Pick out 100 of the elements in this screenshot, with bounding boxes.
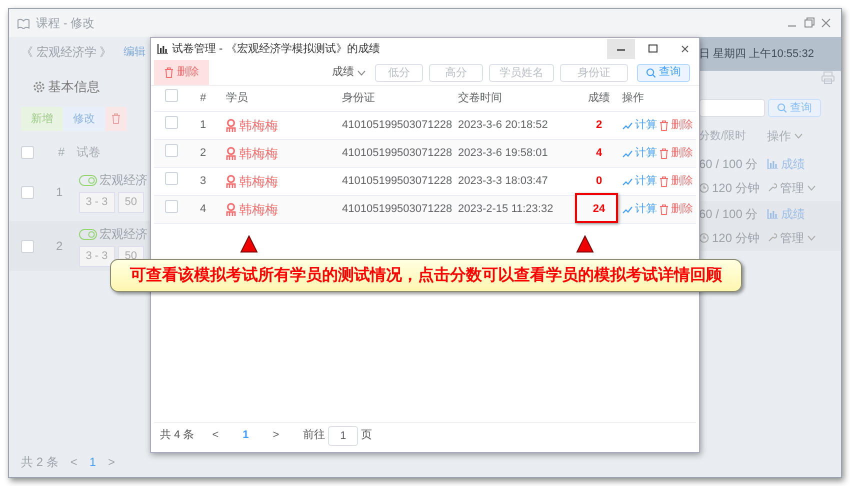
student-name[interactable]: 韩梅梅 xyxy=(239,144,278,164)
row-number: 1 xyxy=(56,184,63,201)
submit-time: 2023-3-6 19:58:01 xyxy=(458,146,549,162)
checkbox[interactable] xyxy=(165,116,178,130)
delete-link[interactable]: 删除 xyxy=(671,145,693,162)
caret-icon xyxy=(357,70,366,76)
pagination-total: 共 4 条 xyxy=(160,428,194,444)
calculate-link[interactable]: 计算 xyxy=(635,145,657,162)
next-page-button[interactable]: > xyxy=(272,427,280,444)
score-link[interactable]: 2 xyxy=(596,119,602,132)
row-number: 2 xyxy=(56,238,63,255)
column-header: # xyxy=(58,144,65,161)
checkbox[interactable] xyxy=(165,172,178,186)
trash-icon xyxy=(659,148,669,159)
submit-time: 2023-3-6 20:18:52 xyxy=(458,118,549,134)
manage-dropdown[interactable]: 管理 xyxy=(780,229,804,247)
checkbox[interactable] xyxy=(21,186,34,198)
delete-link[interactable]: 删除 xyxy=(671,117,693,134)
next-page-button[interactable]: > xyxy=(108,453,116,471)
scores-link[interactable]: 成绩 xyxy=(781,155,805,173)
column-header: 试卷 xyxy=(76,144,101,161)
sort-dropdown[interactable]: 成绩 xyxy=(332,64,366,81)
id-number: 410105199503071228 xyxy=(342,202,454,218)
student-name[interactable]: 韩梅梅 xyxy=(239,200,278,220)
student-name[interactable]: 韩梅梅 xyxy=(239,116,278,136)
printer-icon[interactable] xyxy=(821,71,835,84)
toggle-switch[interactable] xyxy=(78,174,97,186)
page-suffix: 页 xyxy=(361,428,372,444)
delete-button[interactable]: 删除 xyxy=(154,60,209,85)
checkbox[interactable] xyxy=(165,144,178,158)
page-number[interactable]: 1 xyxy=(242,427,249,444)
calculate-link[interactable]: 计算 xyxy=(635,117,657,134)
caret-icon xyxy=(807,235,816,241)
manage-dropdown[interactable]: 管理 xyxy=(780,179,804,197)
column-header: 操作 xyxy=(767,128,791,145)
tab[interactable]: 基本信息 xyxy=(48,77,100,96)
prev-page-button[interactable]: < xyxy=(212,427,219,444)
score-link[interactable]: 0 xyxy=(596,175,602,188)
close-icon[interactable] xyxy=(819,16,833,30)
score-link[interactable]: 4 xyxy=(596,147,602,160)
search-field[interactable] xyxy=(699,99,765,117)
page-number[interactable]: 1 xyxy=(89,453,96,471)
delete-button[interactable] xyxy=(105,106,127,131)
datetime-text: 日 星期四 上午10:55:32 xyxy=(699,46,814,62)
row-number: 4 xyxy=(199,202,208,218)
filter-field[interactable]: 身份证 xyxy=(560,64,628,82)
student-icon xyxy=(226,119,236,132)
maximize-icon xyxy=(648,44,658,54)
student-name[interactable]: 韩梅梅 xyxy=(239,172,278,192)
id-number: 410105199503071228 xyxy=(342,174,454,190)
checkbox[interactable] xyxy=(165,200,178,214)
book-icon xyxy=(17,18,30,28)
column-header: 身份证 xyxy=(342,91,376,106)
column-header: 学员 xyxy=(226,91,249,106)
score-text: 60 / 100 分 xyxy=(699,206,759,223)
checkbox[interactable] xyxy=(21,240,34,252)
filter-field[interactable]: 学员姓名 xyxy=(489,64,554,82)
window-title: 课程 - 修改 xyxy=(36,15,95,32)
delete-link[interactable]: 删除 xyxy=(671,201,693,218)
id-number: 410105199503071228 xyxy=(342,118,454,134)
checkbox[interactable] xyxy=(21,146,34,158)
time-limit-text: 120 分钟 xyxy=(712,230,760,247)
column-header: # xyxy=(199,91,208,106)
gear-icon xyxy=(33,80,45,93)
pointer-arrow-icon xyxy=(240,235,258,253)
row-number: 2 xyxy=(199,146,208,162)
score-link[interactable]: 24 xyxy=(592,203,606,216)
filter-field[interactable]: 高分 xyxy=(429,64,483,82)
toolbar-button[interactable]: 新增 xyxy=(21,106,63,131)
page-field[interactable]: 1 xyxy=(328,426,358,446)
submit-time: 2023-2-15 11:23:32 xyxy=(458,202,554,218)
calculate-icon xyxy=(622,177,633,186)
prev-page-button[interactable]: < xyxy=(70,453,78,471)
edit-link[interactable]: 编辑 xyxy=(124,44,146,60)
bar-chart-icon xyxy=(157,44,168,54)
maximize-icon[interactable] xyxy=(802,16,816,30)
column-header: 交卷时间 xyxy=(458,90,503,106)
search-button[interactable]: 查询 xyxy=(768,99,821,117)
trash-icon xyxy=(111,113,121,124)
filter-field[interactable]: 低分 xyxy=(375,64,423,82)
tag: 50 xyxy=(118,192,144,213)
delete-link[interactable]: 删除 xyxy=(671,173,693,190)
column-header: 分数/限时 xyxy=(699,128,748,144)
toggle-switch[interactable] xyxy=(78,228,97,240)
tag: 3 - 3 xyxy=(78,246,115,267)
search-icon xyxy=(777,103,787,113)
caret-icon xyxy=(794,133,803,139)
checkbox[interactable] xyxy=(165,89,178,102)
calculate-link[interactable]: 计算 xyxy=(635,173,657,190)
calculate-icon xyxy=(622,121,633,130)
calculate-link[interactable]: 计算 xyxy=(635,201,657,218)
scores-link[interactable]: 成绩 xyxy=(781,205,805,223)
pagination-total: 共 2 条 xyxy=(21,454,58,471)
toolbar-button[interactable]: 修改 xyxy=(63,106,105,131)
submit-time: 2023-3-3 18:03:47 xyxy=(458,174,549,190)
column-header: 成绩 xyxy=(587,91,611,106)
search-icon xyxy=(646,68,656,78)
row-number: 1 xyxy=(199,118,208,134)
caret-icon xyxy=(807,185,816,191)
search-button[interactable]: 查询 xyxy=(637,64,690,82)
